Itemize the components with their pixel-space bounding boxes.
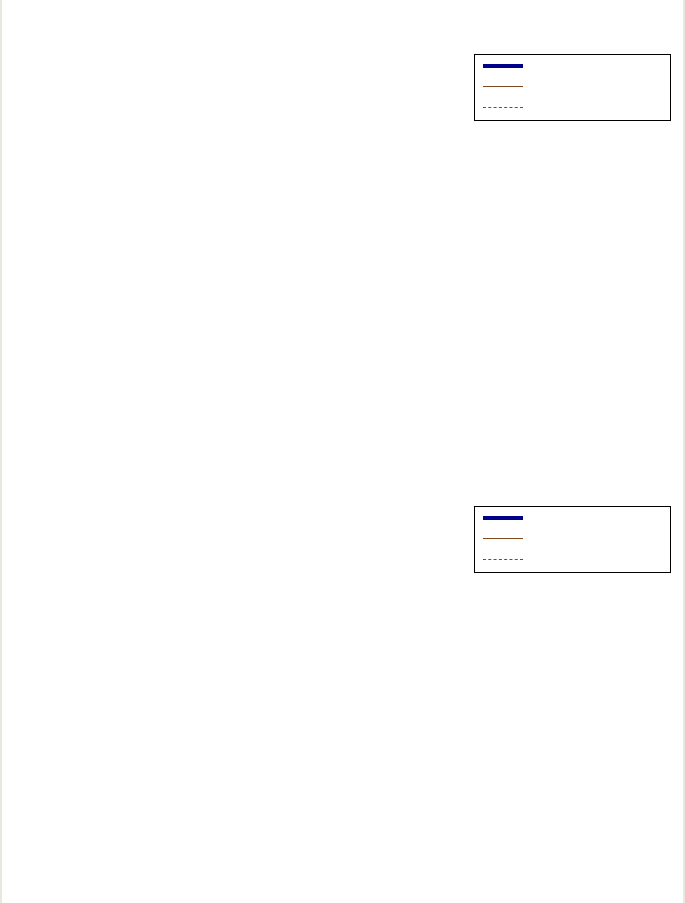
chart-1-plot (0, 0, 685, 450)
chart-1-block (0, 0, 685, 450)
chart-2-block (0, 450, 685, 903)
chart-2-plot (0, 450, 685, 903)
